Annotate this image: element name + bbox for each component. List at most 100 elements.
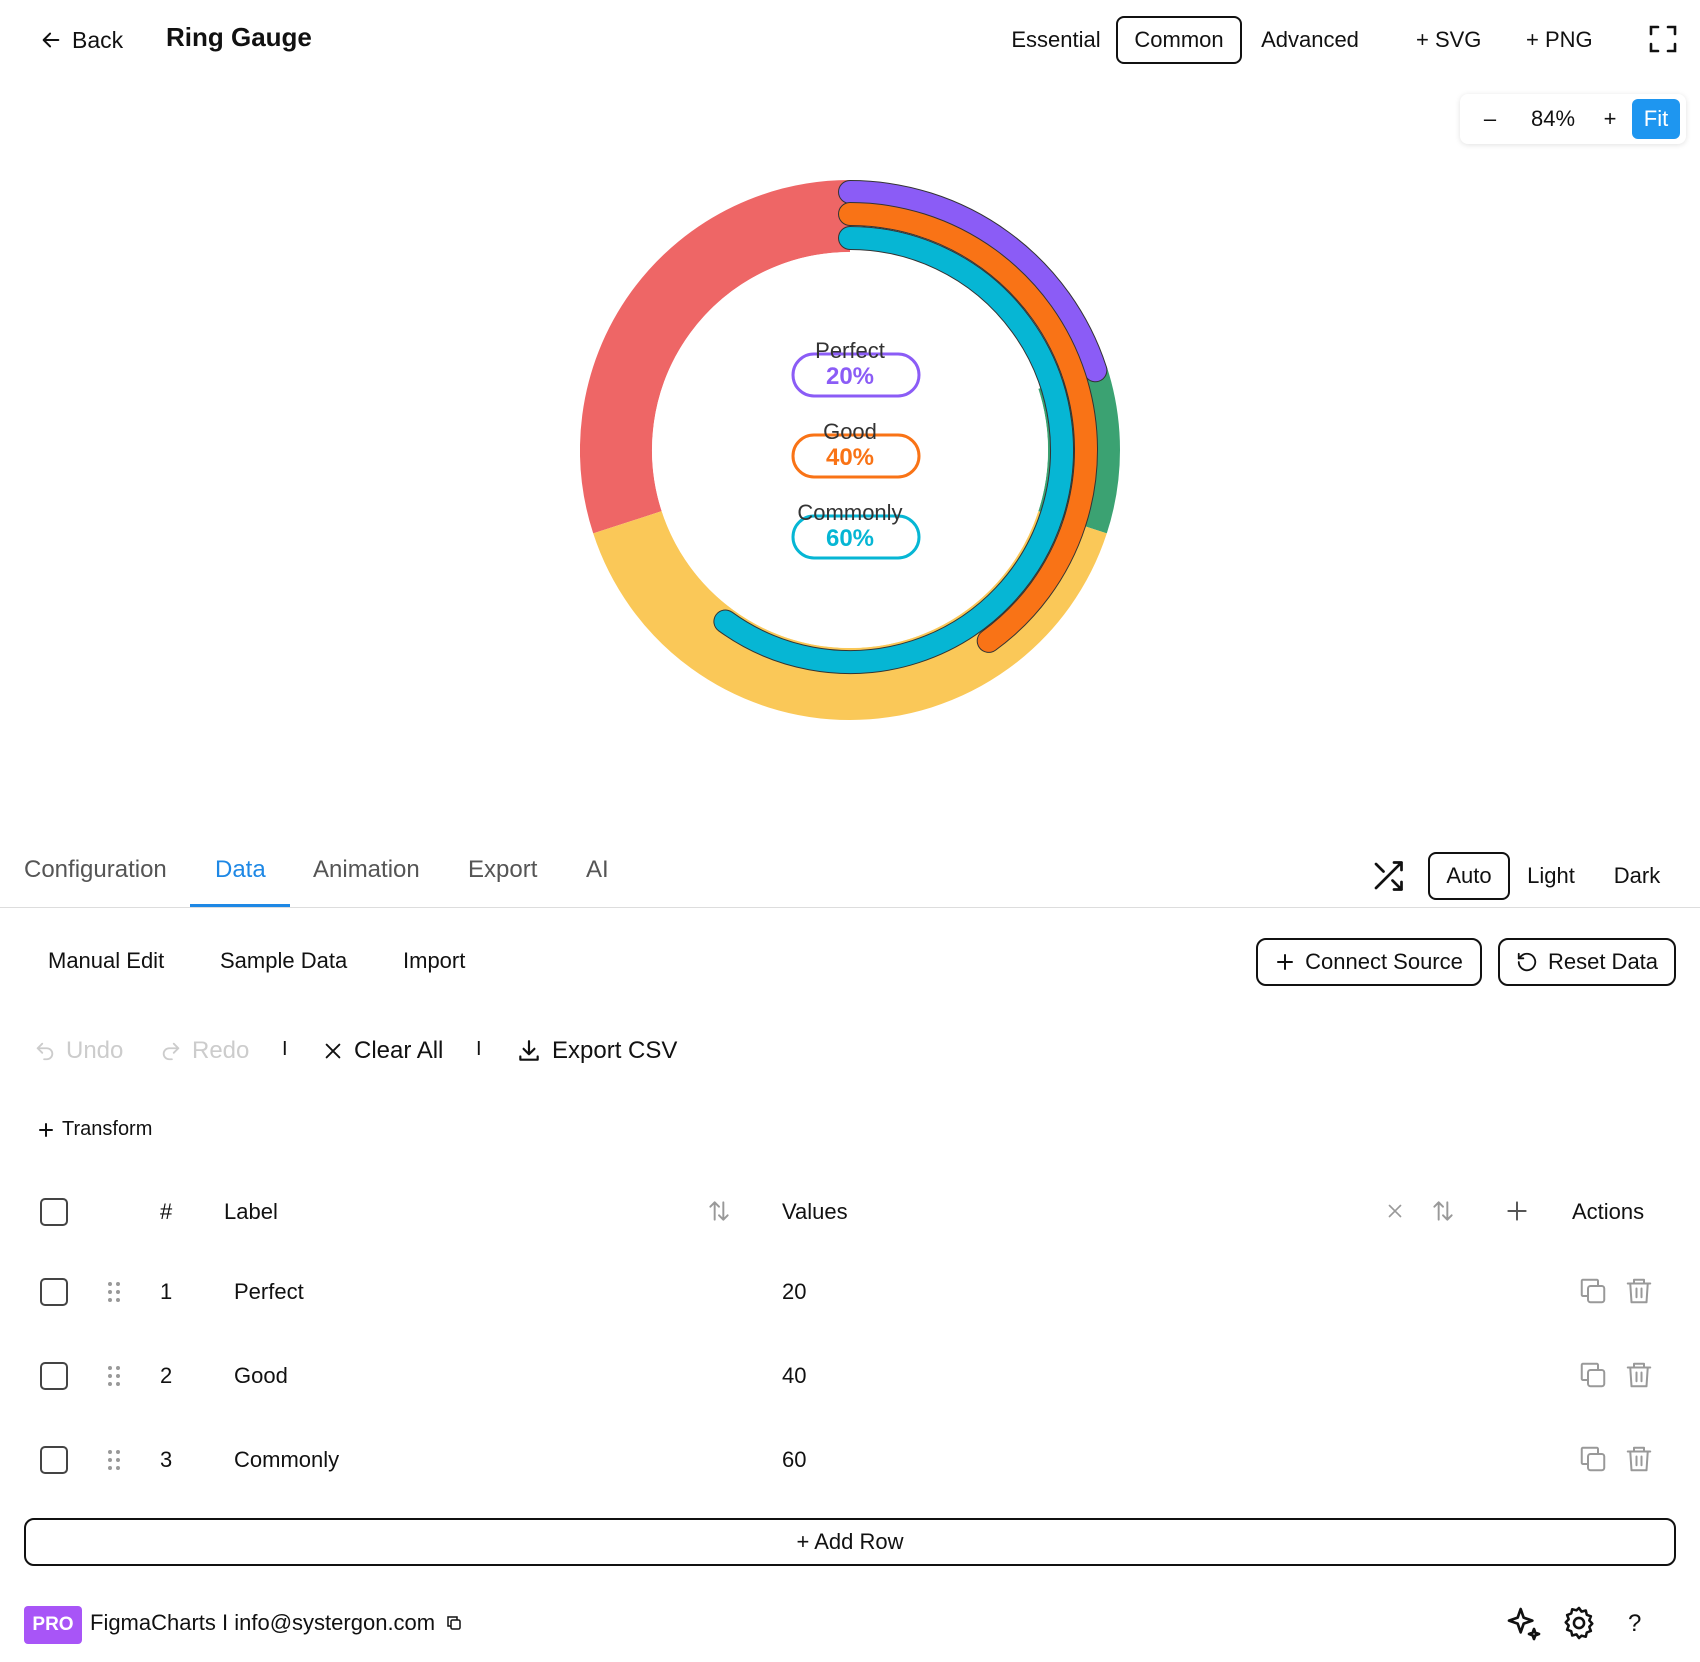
connect-source-button[interactable]: Connect Source bbox=[1256, 938, 1482, 986]
tab-ai[interactable]: AI bbox=[586, 856, 609, 884]
fullscreen-icon[interactable] bbox=[1648, 24, 1678, 54]
help-icon[interactable]: ? bbox=[1628, 1610, 1641, 1638]
export-csv-label: Export CSV bbox=[552, 1037, 678, 1064]
undo-button[interactable]: Undo bbox=[34, 1036, 123, 1066]
row-index: 1 bbox=[160, 1279, 173, 1304]
clear-column-icon[interactable] bbox=[1384, 1200, 1406, 1222]
tab-export[interactable]: Export bbox=[468, 856, 537, 884]
row-checkbox[interactable] bbox=[40, 1446, 68, 1474]
tab-animation[interactable]: Animation bbox=[313, 856, 420, 884]
subtab-import-label: Import bbox=[403, 948, 466, 973]
transform-label: Transform bbox=[62, 1118, 153, 1140]
back-button[interactable]: Back bbox=[40, 24, 123, 56]
sparkles-icon[interactable] bbox=[1504, 1604, 1544, 1644]
clear-all-button[interactable]: Clear All bbox=[322, 1036, 443, 1066]
column-values-header: Values bbox=[782, 1199, 848, 1224]
back-label: Back bbox=[72, 26, 124, 53]
column-actions-header: Actions bbox=[1572, 1199, 1645, 1224]
duplicate-icon[interactable] bbox=[1578, 1444, 1608, 1474]
zoom-out-button[interactable]: – bbox=[1468, 94, 1512, 144]
duplicate-icon[interactable] bbox=[1578, 1360, 1608, 1390]
subtab-sample-data-label: Sample Data bbox=[220, 948, 348, 973]
export-png-button[interactable]: + PNG bbox=[1526, 16, 1593, 64]
subtab-manual-edit[interactable]: Manual Edit bbox=[48, 948, 164, 974]
zoom-level: 84% bbox=[1514, 94, 1592, 144]
select-all-checkbox[interactable] bbox=[40, 1198, 68, 1226]
zoom-level-value: 84% bbox=[1530, 106, 1576, 131]
theme-dark[interactable]: Dark bbox=[1604, 852, 1670, 900]
zoom-in-button[interactable]: + bbox=[1590, 94, 1630, 144]
plus-icon bbox=[39, 1122, 53, 1137]
trash-icon[interactable] bbox=[1624, 1360, 1654, 1390]
transform-button[interactable]: Transform bbox=[38, 1118, 152, 1141]
theme-light-label: Light bbox=[1527, 863, 1575, 888]
row-index: 2 bbox=[160, 1363, 173, 1388]
copy-icon[interactable] bbox=[445, 1614, 463, 1632]
subtab-sample-data[interactable]: Sample Data bbox=[220, 948, 347, 974]
row-index: 3 bbox=[160, 1447, 173, 1472]
pro-badge-label: PRO bbox=[32, 1614, 74, 1635]
subtab-import[interactable]: Import bbox=[403, 948, 465, 974]
export-svg-button[interactable]: + SVG bbox=[1416, 16, 1481, 64]
trash-icon[interactable] bbox=[1624, 1444, 1654, 1474]
row-value[interactable]: 40 bbox=[782, 1363, 806, 1389]
theme-light[interactable]: Light bbox=[1518, 852, 1584, 900]
mode-essential[interactable]: Essential bbox=[1002, 16, 1110, 64]
undo-label: Undo bbox=[66, 1037, 124, 1064]
mode-advanced[interactable]: Advanced bbox=[1252, 16, 1368, 64]
pro-badge: PRO bbox=[24, 1606, 82, 1644]
series-label: Commonly bbox=[797, 500, 902, 525]
mode-common[interactable]: Common bbox=[1116, 16, 1242, 64]
tab-data-label: Data bbox=[215, 856, 266, 883]
row-label[interactable]: Commonly bbox=[234, 1447, 339, 1473]
add-row-button[interactable]: + Add Row bbox=[24, 1518, 1676, 1566]
mode-common-label: Common bbox=[1134, 27, 1224, 52]
theme-dark-label: Dark bbox=[1613, 863, 1661, 888]
ring-gauge-chart: Perfect20% Good40% Commonly60% bbox=[580, 180, 1120, 720]
column-label-header: Label bbox=[224, 1199, 278, 1224]
tab-animation-label: Animation bbox=[313, 856, 420, 883]
redo-label: Redo bbox=[192, 1037, 250, 1064]
theme-auto[interactable]: Auto bbox=[1428, 852, 1510, 900]
row-value[interactable]: 20 bbox=[782, 1279, 806, 1305]
drag-handle-icon[interactable] bbox=[106, 1365, 122, 1387]
export-csv-button[interactable]: Export CSV bbox=[516, 1036, 677, 1066]
fit-label: Fit bbox=[1643, 106, 1669, 131]
sort-label-icon[interactable] bbox=[706, 1198, 732, 1224]
row-label[interactable]: Good bbox=[234, 1363, 288, 1389]
reset-data-button[interactable]: Reset Data bbox=[1498, 938, 1676, 986]
fit-button[interactable]: Fit bbox=[1632, 99, 1680, 139]
zoom-out-label: – bbox=[1483, 106, 1497, 131]
export-png-label: + PNG bbox=[1526, 27, 1593, 52]
download-icon bbox=[519, 1040, 539, 1061]
gear-icon[interactable] bbox=[1560, 1604, 1598, 1642]
footer-contact: FigmaCharts I info@systergon.com bbox=[90, 1610, 463, 1636]
tab-configuration-label: Configuration bbox=[24, 856, 167, 883]
row-value[interactable]: 60 bbox=[782, 1447, 806, 1473]
drag-handle-icon[interactable] bbox=[106, 1449, 122, 1471]
series-label: Perfect bbox=[815, 338, 885, 363]
row-checkbox[interactable] bbox=[40, 1362, 68, 1390]
zoom-in-label: + bbox=[1603, 106, 1617, 131]
trash-icon[interactable] bbox=[1624, 1276, 1654, 1306]
duplicate-icon[interactable] bbox=[1578, 1276, 1608, 1306]
shuffle-icon[interactable] bbox=[1370, 858, 1406, 894]
mode-advanced-label: Advanced bbox=[1261, 27, 1359, 52]
tab-ai-label: AI bbox=[586, 856, 609, 883]
row-label[interactable]: Perfect bbox=[234, 1279, 304, 1305]
undo-icon bbox=[36, 1042, 54, 1061]
page-title: Ring Gauge bbox=[166, 22, 312, 52]
connect-source-label: Connect Source bbox=[1305, 949, 1463, 974]
sort-values-icon[interactable] bbox=[1430, 1198, 1456, 1224]
tab-configuration[interactable]: Configuration bbox=[24, 856, 167, 884]
add-column-icon[interactable] bbox=[1504, 1198, 1530, 1224]
plus-icon bbox=[1277, 954, 1294, 970]
drag-handle-icon[interactable] bbox=[106, 1281, 122, 1303]
row-checkbox[interactable] bbox=[40, 1278, 68, 1306]
toolbar-separator-2: I bbox=[476, 1038, 482, 1060]
mode-essential-label: Essential bbox=[1011, 27, 1101, 52]
tab-data[interactable]: Data bbox=[215, 856, 266, 884]
value-label: 60% bbox=[826, 525, 874, 552]
redo-button[interactable]: Redo bbox=[160, 1036, 249, 1066]
reset-icon bbox=[1517, 952, 1537, 972]
